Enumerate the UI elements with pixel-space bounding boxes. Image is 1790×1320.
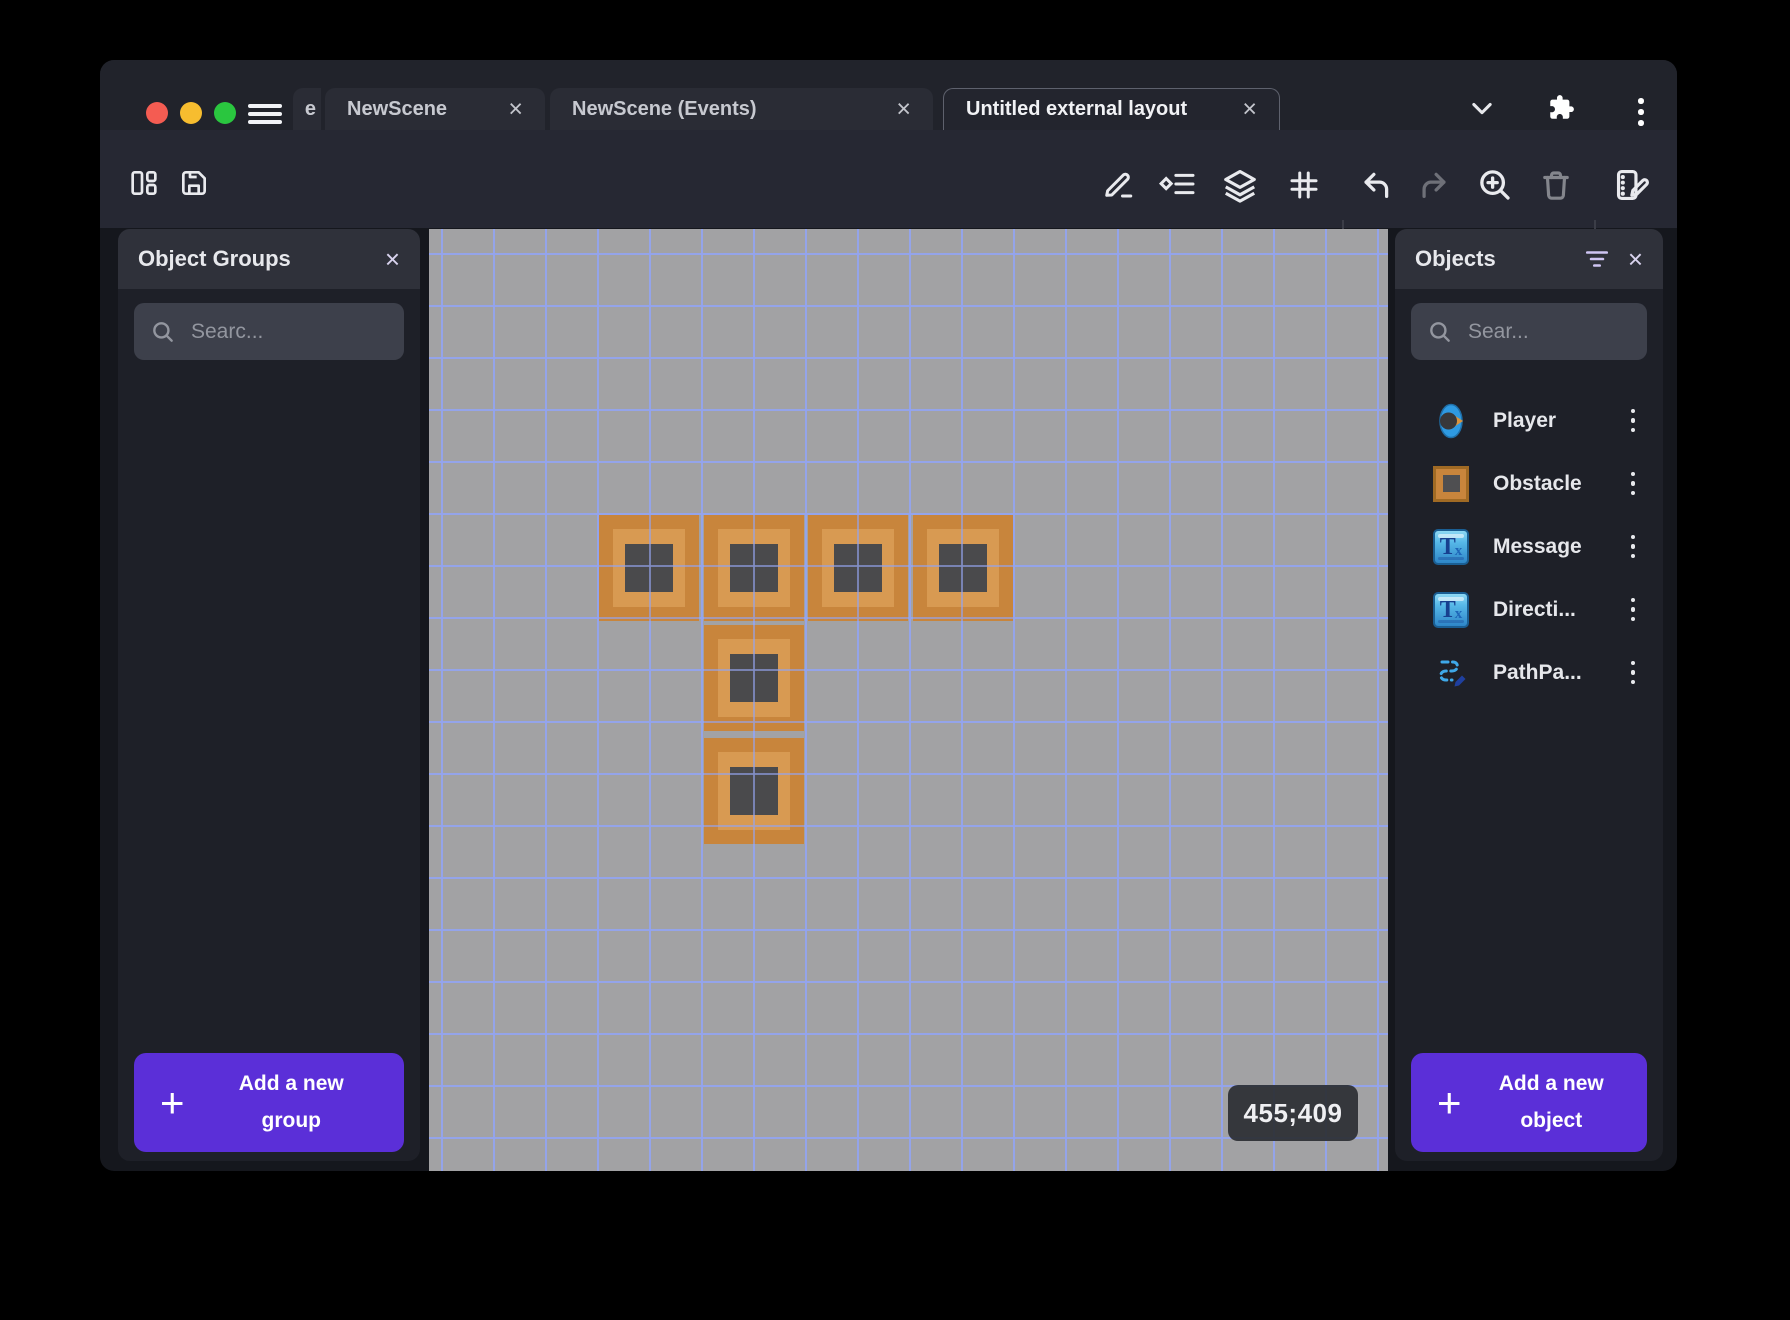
object-name: Obstacle xyxy=(1493,471,1582,495)
objects-header: Objects × xyxy=(1395,229,1663,289)
object-name: Message xyxy=(1493,534,1582,558)
text-object-icon: T x xyxy=(1433,591,1469,628)
player-icon xyxy=(1439,403,1463,438)
tab-untitled-external-layout[interactable]: Untitled external layout × xyxy=(943,88,1280,130)
objects-list-icon[interactable] xyxy=(1158,168,1198,200)
save-icon[interactable] xyxy=(178,167,210,199)
tab-label: NewScene xyxy=(347,97,448,120)
toolbar: Preview Publish xyxy=(100,130,1677,281)
obstacle-icon xyxy=(1433,465,1469,502)
object-row-directions[interactable]: T x Directi... xyxy=(1395,578,1663,641)
add-object-label-line2: object xyxy=(1520,1108,1583,1132)
close-panel-icon[interactable]: × xyxy=(1628,246,1643,272)
tab-close-icon[interactable]: × xyxy=(896,95,911,124)
add-group-button[interactable]: + Add a new group xyxy=(134,1053,404,1152)
tab-newscene[interactable]: NewScene × xyxy=(325,88,545,130)
object-groups-header: Object Groups × xyxy=(118,229,420,289)
object-groups-search-input[interactable] xyxy=(189,318,388,345)
edit-scene-properties-icon[interactable] xyxy=(1612,166,1652,204)
object-row-message[interactable]: T x Message xyxy=(1395,515,1663,578)
obstacle-tile-instance[interactable] xyxy=(808,515,908,621)
object-menu-dots-icon[interactable] xyxy=(1625,403,1642,439)
app-window: e NewScene × NewScene (Events) × Untitle… xyxy=(100,60,1677,1171)
cursor-coordinates-badge: 455;409 xyxy=(1228,1085,1358,1141)
path-paint-icon xyxy=(1439,660,1466,686)
object-row-pathpaint[interactable]: PathPa... xyxy=(1395,641,1663,704)
minimize-window-button[interactable] xyxy=(180,102,202,124)
object-groups-title: Object Groups xyxy=(138,246,291,271)
title-bar: e NewScene × NewScene (Events) × Untitle… xyxy=(100,60,1677,130)
objects-list: Player Obstacle T x Message T x Directi.… xyxy=(1395,389,1663,704)
object-menu-dots-icon[interactable] xyxy=(1625,592,1642,628)
add-group-label-line2: group xyxy=(261,1108,321,1132)
object-name: Player xyxy=(1493,408,1557,432)
objects-title: Objects xyxy=(1415,246,1496,271)
pencil-edit-icon[interactable] xyxy=(1100,166,1136,202)
redo-icon[interactable] xyxy=(1416,168,1452,202)
object-groups-search xyxy=(134,303,404,360)
objects-search xyxy=(1411,303,1647,360)
window-menu-dots-icon[interactable] xyxy=(1632,96,1650,128)
object-groups-panel: Object Groups × + Add a new group xyxy=(118,229,420,1161)
text-object-icon: T x xyxy=(1433,528,1469,565)
object-row-player[interactable]: Player xyxy=(1395,389,1663,452)
filter-icon[interactable] xyxy=(1584,247,1610,271)
tab-close-icon[interactable]: × xyxy=(1242,95,1257,124)
maximize-window-button[interactable] xyxy=(214,102,236,124)
chevron-down-icon[interactable] xyxy=(1468,94,1496,122)
plus-icon: + xyxy=(1437,1078,1462,1126)
obstacle-tile-instance[interactable] xyxy=(599,515,699,621)
add-object-label-line1: Add a new xyxy=(1498,1071,1604,1095)
object-menu-dots-icon[interactable] xyxy=(1625,655,1642,691)
main-menu-icon[interactable] xyxy=(248,104,282,124)
tab-home-partial[interactable]: e xyxy=(293,88,321,130)
plus-icon: + xyxy=(160,1078,185,1126)
obstacle-tile-instance[interactable] xyxy=(704,515,804,621)
grid-icon[interactable] xyxy=(1286,168,1322,202)
objects-search-input[interactable] xyxy=(1466,318,1631,345)
trash-icon[interactable] xyxy=(1538,166,1574,204)
object-row-obstacle[interactable]: Obstacle xyxy=(1395,452,1663,515)
tab-label: e xyxy=(304,97,316,120)
undo-icon[interactable] xyxy=(1358,168,1394,202)
tab-newscene-events[interactable]: NewScene (Events) × xyxy=(550,88,933,130)
object-menu-dots-icon[interactable] xyxy=(1625,466,1642,502)
tab-close-icon[interactable]: × xyxy=(508,95,523,124)
scene-canvas[interactable]: 455;409 xyxy=(429,229,1388,1171)
extensions-puzzle-icon[interactable] xyxy=(1548,94,1575,121)
tab-label: NewScene (Events) xyxy=(572,97,757,120)
object-menu-dots-icon[interactable] xyxy=(1625,529,1642,565)
object-name: PathPa... xyxy=(1493,660,1582,684)
objects-panel: Objects × Player xyxy=(1395,229,1663,1161)
close-panel-icon[interactable]: × xyxy=(385,246,400,272)
panels-layout-icon[interactable] xyxy=(128,167,160,199)
layers-icon[interactable] xyxy=(1220,166,1260,204)
object-name: Directi... xyxy=(1493,597,1576,621)
close-window-button[interactable] xyxy=(146,102,168,124)
tab-label: Untitled external layout xyxy=(966,98,1188,120)
search-icon xyxy=(1430,321,1450,342)
cursor-coordinates: 455;409 xyxy=(1243,1097,1343,1128)
search-icon xyxy=(153,321,173,342)
zoom-in-icon[interactable] xyxy=(1476,166,1514,204)
obstacle-tile-instance[interactable] xyxy=(704,738,804,844)
add-group-label-line1: Add a new xyxy=(238,1071,344,1095)
add-object-button[interactable]: + Add a new object xyxy=(1411,1053,1647,1152)
obstacle-tile-instance[interactable] xyxy=(704,625,804,731)
obstacle-tile-instance[interactable] xyxy=(913,515,1013,621)
